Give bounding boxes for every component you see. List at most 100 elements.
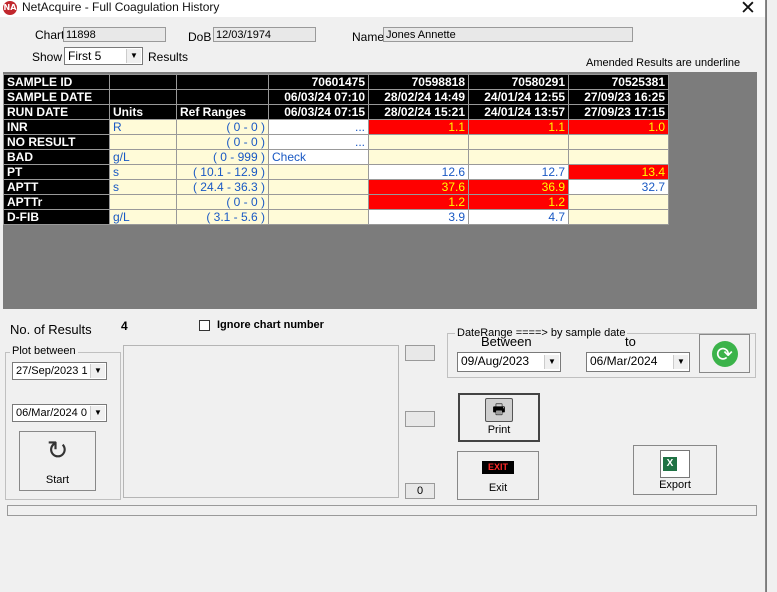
print-button[interactable]: 🖶 Print: [458, 393, 540, 442]
row-label: BAD: [3, 149, 110, 165]
row-label: D-FIB: [3, 209, 110, 225]
result-cell[interactable]: 13.4: [568, 164, 669, 180]
table-row: D-FIB g/L ( 3.1 - 5.6 ) 3.9 4.7: [3, 209, 669, 225]
date-from-value: 09/Aug/2023: [461, 354, 530, 368]
chevron-down-icon[interactable]: ▼: [90, 364, 105, 378]
table-row: INR R ( 0 - 0 ) ... 1.1 1.1 1.0: [3, 119, 669, 135]
progress-bar: [7, 505, 757, 516]
plot-to-select[interactable]: 06/Mar/2024 0 ▼: [12, 404, 107, 422]
result-cell[interactable]: 12.7: [468, 164, 569, 180]
exit-sign-icon: EXIT: [482, 461, 514, 474]
units-cell: R: [109, 119, 177, 135]
result-cell[interactable]: 1.2: [368, 194, 469, 210]
results-grid: SAMPLE ID 70601475 70598818 70580291 705…: [3, 74, 669, 225]
sample-id-cell[interactable]: 70601475: [268, 74, 369, 90]
result-cell[interactable]: ...: [268, 134, 369, 150]
name-field[interactable]: Jones Annette: [383, 27, 633, 42]
printer-icon: 🖶: [485, 398, 513, 422]
table-row: SAMPLE ID 70601475 70598818 70580291 705…: [3, 74, 669, 90]
name-label: Name: [352, 30, 385, 44]
chart-field[interactable]: 11898: [63, 27, 166, 42]
result-cell[interactable]: 1.1: [368, 119, 469, 135]
row-label: SAMPLE ID: [3, 74, 110, 90]
result-cell[interactable]: [468, 134, 569, 150]
result-cell[interactable]: 1.2: [468, 194, 569, 210]
exit-button[interactable]: EXIT Exit: [457, 451, 539, 500]
table-row: BAD g/L ( 0 - 999 ) Check: [3, 149, 669, 165]
date-from-select[interactable]: 09/Aug/2023 ▼: [457, 352, 561, 372]
ref-range-cell: ( 0 - 0 ): [176, 194, 269, 210]
result-cell[interactable]: [468, 149, 569, 165]
exit-button-label: Exit: [488, 482, 508, 494]
chevron-down-icon[interactable]: ▼: [544, 355, 559, 369]
ref-range-cell: ( 10.1 - 12.9 ): [176, 164, 269, 180]
units-cell: [109, 194, 177, 210]
dob-label: DoB: [188, 30, 212, 44]
table-cell: [109, 89, 177, 105]
background-window-edge: [767, 0, 777, 592]
result-cell[interactable]: 1.1: [468, 119, 569, 135]
result-cell[interactable]: [368, 134, 469, 150]
units-cell: g/L: [109, 209, 177, 225]
result-cell[interactable]: [368, 149, 469, 165]
ignore-chart-checkbox[interactable]: [199, 320, 210, 331]
sample-date-cell: 28/02/24 14:49: [368, 89, 469, 105]
result-cell[interactable]: [268, 209, 369, 225]
plot-max-box: [405, 345, 435, 361]
row-label: NO RESULT: [3, 134, 110, 150]
table-row: APTT s ( 24.4 - 36.3 ) 37.6 36.9 32.7: [3, 179, 669, 195]
start-button[interactable]: ↻ Start: [19, 431, 96, 491]
result-cell[interactable]: [268, 194, 369, 210]
show-label: Show: [32, 50, 63, 64]
results-label: Results: [148, 50, 189, 64]
result-cell[interactable]: [568, 149, 669, 165]
result-cell[interactable]: [568, 134, 669, 150]
sample-id-cell[interactable]: 70525381: [568, 74, 669, 90]
print-button-label: Print: [487, 424, 511, 436]
table-row: SAMPLE DATE 06/03/24 07:10 28/02/24 14:4…: [3, 89, 669, 105]
green-refresh-icon: ⟳: [711, 341, 738, 367]
chevron-down-icon[interactable]: ▼: [126, 49, 141, 63]
amended-note: Amended Results are underline: [586, 57, 741, 69]
plot-min-box: 0: [405, 483, 435, 499]
refresh-button[interactable]: ⟳: [699, 334, 750, 373]
ref-range-cell: ( 0 - 0 ): [176, 119, 269, 135]
ref-range-cell: ( 0 - 0 ): [176, 134, 269, 150]
sample-id-cell[interactable]: 70580291: [468, 74, 569, 90]
result-cell[interactable]: Check: [268, 149, 369, 165]
result-cell[interactable]: 4.7: [468, 209, 569, 225]
show-select[interactable]: First 5 ▼: [64, 47, 143, 65]
chevron-down-icon[interactable]: ▼: [90, 406, 105, 420]
show-select-value: First 5: [68, 49, 102, 63]
sample-id-cell[interactable]: 70598818: [368, 74, 469, 90]
plot-to-value: 06/Mar/2024 0: [16, 407, 87, 419]
result-cell[interactable]: 36.9: [468, 179, 569, 195]
plot-from-select[interactable]: 27/Sep/2023 1 ▼: [12, 362, 107, 380]
results-count-label: No. of Results: [10, 322, 92, 337]
run-date-cell: 24/01/24 13:57: [468, 104, 569, 120]
ref-range-cell: ( 0 - 999 ): [176, 149, 269, 165]
table-row: RUN DATE Units Ref Ranges 06/03/24 07:15…: [3, 104, 669, 120]
dob-field[interactable]: 12/03/1974: [213, 27, 316, 42]
result-cell[interactable]: 3.9: [368, 209, 469, 225]
result-cell[interactable]: [568, 209, 669, 225]
result-cell[interactable]: [268, 164, 369, 180]
result-cell[interactable]: 12.6: [368, 164, 469, 180]
result-cell[interactable]: 1.0: [568, 119, 669, 135]
excel-export-icon: X: [660, 450, 690, 478]
chevron-down-icon[interactable]: ▼: [673, 355, 688, 369]
refresh-icon: ↻: [46, 436, 69, 466]
export-button[interactable]: X Export: [633, 445, 717, 495]
main-window: NA NetAcquire - Full Coagulation History…: [0, 0, 766, 592]
close-icon[interactable]: ✕: [740, 0, 756, 19]
result-cell[interactable]: [268, 179, 369, 195]
result-cell[interactable]: ...: [268, 119, 369, 135]
result-cell[interactable]: 37.6: [368, 179, 469, 195]
sample-date-cell: 27/09/23 16:25: [568, 89, 669, 105]
plot-from-value: 27/Sep/2023 1: [16, 365, 88, 377]
row-label: INR: [3, 119, 110, 135]
run-date-cell: 06/03/24 07:15: [268, 104, 369, 120]
date-to-select[interactable]: 06/Mar/2024 ▼: [586, 352, 690, 372]
result-cell[interactable]: 32.7: [568, 179, 669, 195]
result-cell[interactable]: [568, 194, 669, 210]
